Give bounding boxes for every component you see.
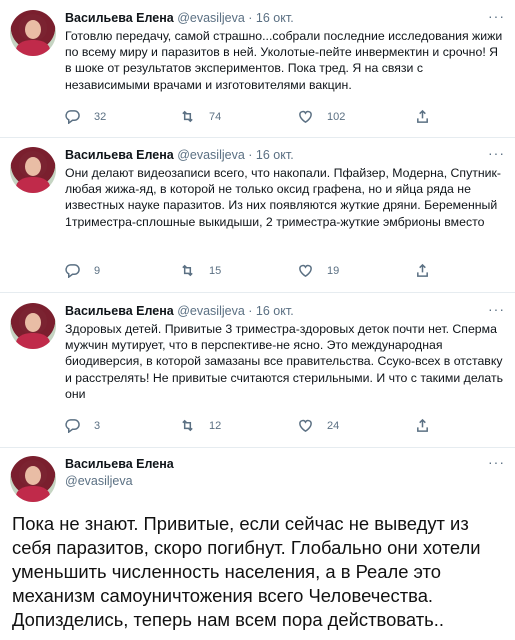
author-handle[interactable]: @evasiljeva — [177, 304, 245, 318]
tweet-date[interactable]: 16 окт. — [256, 11, 294, 25]
tweet-text: Здоровых детей. Привитые 3 триместра-здо… — [65, 322, 504, 401]
reply-count: 9 — [94, 264, 101, 277]
author-handle[interactable]: @evasiljeva — [177, 11, 245, 25]
more-options-icon[interactable]: ··· — [488, 145, 505, 161]
retweet-button[interactable]: 12 — [180, 418, 221, 433]
author-handle[interactable]: @evasiljeva — [177, 148, 245, 162]
author-handle[interactable]: @evasiljeva — [65, 474, 133, 488]
like-button[interactable]: 24 — [298, 418, 339, 433]
tweet-text-large: Пока не знают. Привитые, если сейчас не … — [12, 513, 481, 630]
reply-button[interactable]: 3 — [65, 418, 100, 433]
reply-count: 3 — [94, 419, 101, 432]
share-icon — [417, 418, 428, 432]
retweet-icon — [182, 264, 193, 277]
share-icon — [417, 109, 428, 123]
retweet-count: 74 — [209, 110, 222, 123]
like-count: 19 — [327, 264, 340, 277]
retweet-button[interactable]: 15 — [180, 263, 221, 278]
share-button[interactable] — [415, 109, 430, 124]
tweet-date[interactable]: 16 окт. — [256, 304, 294, 318]
heart-icon — [299, 110, 312, 123]
tweet-text: Они делают видеозаписи всего, что накопа… — [65, 166, 501, 229]
like-count: 102 — [327, 110, 346, 123]
reply-button[interactable]: 9 — [65, 263, 100, 278]
tweet-text: Готовлю передачу, самой страшно...собрал… — [65, 29, 503, 92]
share-button[interactable] — [415, 418, 430, 433]
retweet-count: 15 — [209, 264, 222, 277]
author-name[interactable]: Васильева Елена — [65, 148, 174, 162]
tweet-header: Васильева Елена @evasiljeva · 16 окт. — [65, 148, 294, 162]
avatar[interactable] — [10, 303, 56, 349]
like-button[interactable]: 102 — [298, 109, 345, 124]
reply-icon — [65, 419, 80, 433]
divider — [0, 137, 515, 138]
retweet-icon — [182, 419, 193, 432]
author-name[interactable]: Васильева Елена — [65, 457, 174, 471]
reply-icon — [65, 264, 80, 278]
reply-count: 32 — [94, 110, 107, 123]
more-options-icon[interactable]: ··· — [488, 454, 505, 470]
share-icon — [417, 263, 428, 277]
tweet-actions: 9 15 19 — [65, 263, 485, 281]
heart-icon — [299, 264, 312, 277]
avatar[interactable] — [10, 147, 56, 193]
tweet-header: Васильева Елена @evasiljeva · 16 окт. — [65, 304, 294, 318]
more-options-icon[interactable]: ··· — [488, 8, 505, 24]
tweet-header: Васильева Елена — [65, 456, 174, 472]
tweet-actions: 3 12 24 — [65, 418, 485, 436]
like-button[interactable]: 19 — [298, 263, 339, 278]
divider — [0, 292, 515, 293]
tweet-actions: 32 74 102 — [65, 109, 485, 127]
reply-icon — [65, 110, 80, 124]
retweet-button[interactable]: 74 — [180, 109, 221, 124]
divider — [0, 447, 515, 448]
tweet-header: Васильева Елена @evasiljeva · 16 окт. — [65, 11, 294, 25]
more-options-icon[interactable]: ··· — [488, 301, 505, 317]
avatar[interactable] — [10, 456, 56, 502]
reply-button[interactable]: 32 — [65, 109, 106, 124]
tweet-date[interactable]: 16 окт. — [256, 148, 294, 162]
retweet-icon — [182, 110, 193, 123]
share-button[interactable] — [415, 263, 430, 278]
like-count: 24 — [327, 419, 340, 432]
author-name[interactable]: Васильева Елена — [65, 304, 174, 318]
retweet-count: 12 — [209, 419, 222, 432]
heart-icon — [299, 419, 312, 432]
author-name[interactable]: Васильева Елена — [65, 11, 174, 25]
avatar[interactable] — [10, 10, 56, 56]
